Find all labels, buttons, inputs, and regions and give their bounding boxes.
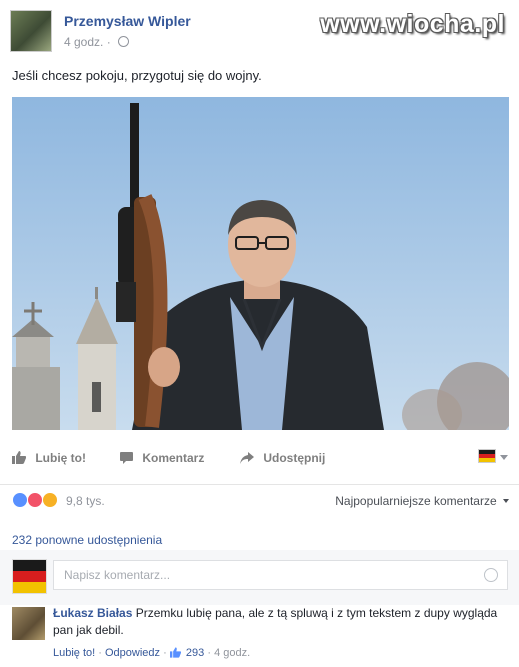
reaction-count[interactable]: 9,8 tys. [66,494,105,508]
shares-count-link[interactable]: 232 ponowne udostępnienia [12,533,162,547]
comment-reply-link[interactable]: Odpowiedz [105,647,160,659]
post-photo[interactable] [12,97,509,430]
flag-icon[interactable] [478,449,496,463]
emoji-icon[interactable] [484,568,498,582]
commenter-avatar[interactable] [12,607,45,640]
author-avatar[interactable] [10,10,52,52]
comment-input[interactable] [53,560,508,590]
comment-button[interactable]: Komentarz [120,451,204,465]
thumbs-up-icon [169,647,181,658]
separator: · [98,647,105,659]
post-text: Jeśli chcesz pokoju, przygotuj się do wo… [12,68,262,83]
divider [0,484,519,485]
current-user-avatar [12,559,47,594]
comment-icon [120,452,133,464]
like-button[interactable]: Lubię to! [12,451,86,465]
comment-time[interactable]: 4 godz. [214,647,250,659]
post-time[interactable]: 4 godz. · [64,35,111,49]
site-watermark: www.wiocha.pl [320,10,505,38]
like-reaction-icon[interactable] [12,492,28,508]
post-timestamp[interactable]: 4 godz. · [64,35,130,49]
share-arrow-icon [240,452,254,464]
comment-button-label: Komentarz [142,451,205,465]
comment-like-count[interactable]: 293 [186,647,204,659]
thumbs-up-icon [12,451,26,464]
love-reaction-icon[interactable] [27,492,43,508]
share-button[interactable]: Udostępnij [240,451,325,465]
separator: · [163,647,170,659]
comment-actions: Lubię to! · Odpowiedz · 293 · 4 godz. [53,647,250,659]
comment: Łukasz Białas Przemku lubię pana, ale z … [53,605,503,639]
comment-like-link[interactable]: Lubię to! [53,647,95,659]
like-button-label: Lubię to! [35,451,86,465]
commenter-name[interactable]: Łukasz Białas [53,606,132,620]
share-button-label: Udostępnij [263,451,326,465]
comment-sort-label: Najpopularniejsze komentarze [335,494,497,508]
photo-illustration [12,97,509,430]
globe-icon [118,36,130,47]
comment-sort-dropdown[interactable]: Najpopularniejsze komentarze [335,494,509,508]
chevron-down-icon [503,499,509,503]
post-author-name[interactable]: Przemysław Wipler [64,13,191,29]
wow-reaction-icon[interactable] [42,492,58,508]
post-action-bar: Lubię to! Komentarz Udostępnij [0,446,519,472]
chevron-down-icon[interactable] [500,455,508,460]
